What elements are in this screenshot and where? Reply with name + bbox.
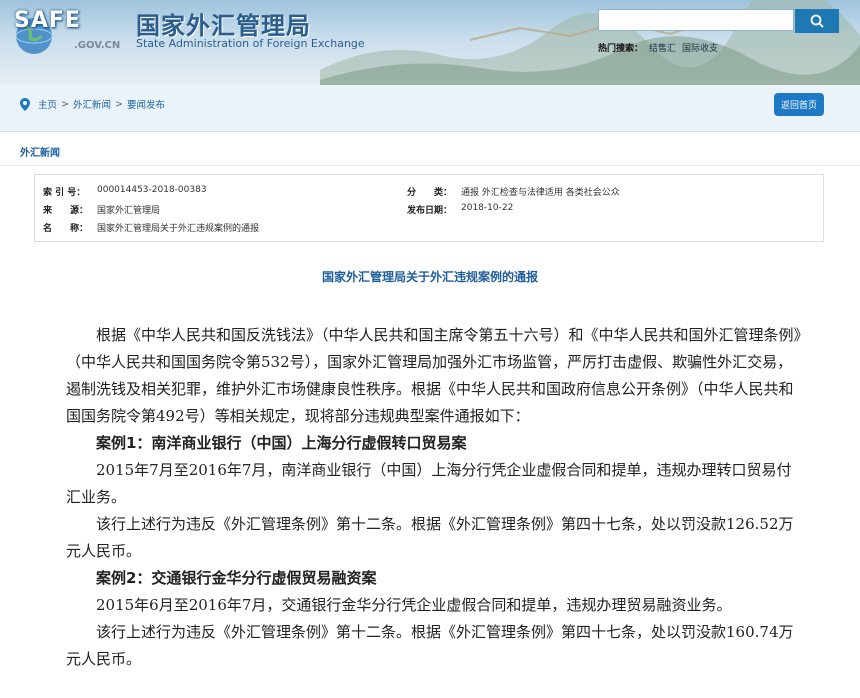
breadcrumb-home[interactable]: 主页: [38, 97, 57, 111]
content-panel: 外汇新闻 索 引 号： 000014453-2018-00383 来 源： 国家…: [0, 131, 860, 698]
section-title[interactable]: 外汇新闻: [20, 144, 60, 159]
meta-name-label: 名 称：: [43, 224, 89, 234]
hot-search: 热门搜索： 结售汇 国际收支: [598, 41, 718, 54]
hot-search-link-2[interactable]: 国际收支: [682, 44, 718, 54]
breadcrumb-headlines[interactable]: 要闻发布: [127, 97, 165, 111]
case2-heading: 案例2：交通银行金华分行虚假贸易融资案: [96, 569, 377, 587]
search-icon: [810, 14, 824, 28]
meta-index-value: 000014453-2018-00383: [97, 185, 207, 195]
meta-category-value: 通报 外汇检查与法律适用 各类社会公众: [461, 188, 620, 198]
meta-index-label: 索 引 号：: [43, 188, 86, 198]
site-subtitle: State Administration of Foreign Exchange: [136, 37, 365, 50]
logo-text: SAFE: [14, 8, 81, 33]
case2-penalty: 该行上述行为违反《外汇管理条例》第十二条。根据《外汇管理条例》第四十七条，处以罚…: [66, 623, 794, 668]
safe-logo[interactable]: SAFE .GOV.CN: [6, 4, 126, 64]
search-button[interactable]: [795, 9, 839, 33]
case1-heading: 案例1：南洋商业银行（中国）上海分行虚假转口贸易案: [96, 434, 467, 452]
meta-date-value: 2018-10-22: [461, 203, 514, 213]
location-pin-icon: [20, 97, 30, 111]
document-meta: 索 引 号： 000014453-2018-00383 来 源： 国家外汇管理局…: [34, 174, 824, 242]
case1-penalty: 该行上述行为违反《外汇管理条例》第十二条。根据《外汇管理条例》第四十七条，处以罚…: [66, 515, 794, 560]
breadcrumb-bar: 主页 > 外汇新闻 > 要闻发布: [0, 85, 860, 125]
breadcrumb-separator: >: [115, 98, 123, 110]
case2-fact: 2015年6月至2016年7月，交通银行金华分行凭企业虚假合同和提单，违规办理贸…: [96, 596, 732, 614]
meta-category-label: 分 类：: [407, 188, 453, 198]
meta-source-value: 国家外汇管理局: [97, 206, 161, 216]
breadcrumb-forex-news[interactable]: 外汇新闻: [73, 97, 111, 111]
section-header: 外汇新闻: [0, 132, 860, 166]
meta-source-label: 来 源：: [43, 206, 89, 216]
meta-date-label: 发布日期：: [407, 206, 453, 216]
breadcrumb-separator: >: [61, 98, 69, 110]
hot-search-label: 热门搜索：: [598, 44, 644, 54]
back-home-button[interactable]: 返回首页: [774, 93, 824, 116]
article-title: 国家外汇管理局关于外汇违规案例的通报: [321, 270, 538, 284]
site-header: SAFE .GOV.CN 国家外汇管理局 State Administratio…: [0, 0, 860, 85]
meta-name-value: 国家外汇管理局关于外汇违规案例的通报: [97, 224, 260, 234]
search-input[interactable]: [598, 9, 794, 31]
hot-search-link-1[interactable]: 结售汇: [649, 44, 676, 54]
breadcrumb: 主页 > 外汇新闻 > 要闻发布: [20, 97, 165, 111]
article-intro: 根据《中华人民共和国反洗钱法》（中华人民共和国主席令第五十六号）和《中华人民共和…: [66, 326, 802, 425]
site-title: 国家外汇管理局: [136, 11, 311, 40]
article-body: 根据《中华人民共和国反洗钱法》（中华人民共和国主席令第五十六号）和《中华人民共和…: [66, 322, 806, 673]
case1-fact: 2015年7月至2016年7月，南洋商业银行（中国）上海分行凭企业虚假合同和提单…: [66, 461, 792, 506]
logo-domain: .GOV.CN: [74, 40, 121, 51]
